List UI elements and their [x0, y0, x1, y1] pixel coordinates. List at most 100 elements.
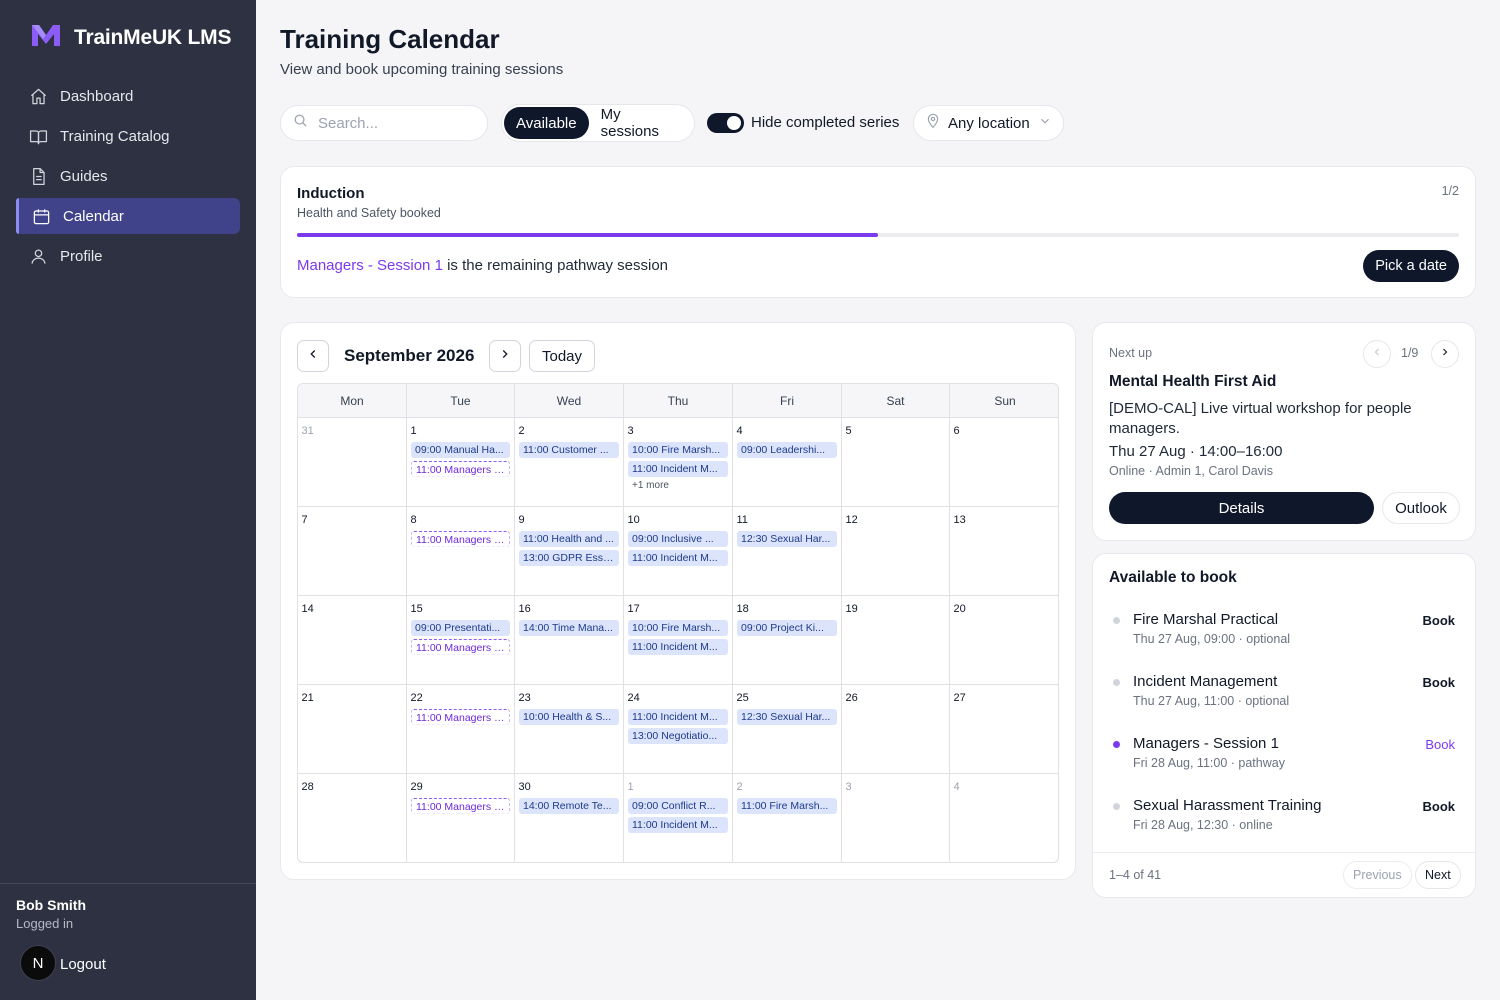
pathway-event[interactable]: 11:00 Managers -... [411, 709, 510, 725]
calendar-day[interactable]: 21 [298, 685, 407, 773]
calendar-day[interactable]: 14 [298, 596, 407, 684]
app-name: TrainMeUK LMS [74, 25, 232, 49]
calendar-day[interactable]: 7 [298, 507, 407, 595]
book-button[interactable]: Book [1423, 675, 1456, 690]
next-month-button[interactable] [489, 340, 521, 372]
calendar-event[interactable]: 09:00 Presentati... [411, 620, 510, 636]
calendar-day[interactable]: 1 09:00 Conflict R... 11:00 Incident M... [624, 774, 733, 862]
search-box[interactable] [280, 105, 488, 141]
calendar-event[interactable]: 09:00 Conflict R... [628, 798, 728, 814]
calendar-day[interactable]: 1 09:00 Manual Ha... 11:00 Managers -... [407, 418, 515, 506]
calendar-event[interactable]: 09:00 Inclusive ... [628, 531, 728, 547]
calendar-event[interactable]: 14:00 Remote Te... [519, 798, 619, 814]
calendar-day[interactable]: 15 09:00 Presentati... 11:00 Managers -... [407, 596, 515, 684]
pick-a-date-button[interactable]: Pick a date [1363, 250, 1459, 282]
pathway-session-link[interactable]: Managers - Session 1 [297, 257, 443, 274]
calendar-day[interactable]: 31 [298, 418, 407, 506]
sidebar-item-dashboard[interactable]: Dashboard [16, 78, 240, 114]
available-title: Available to book [1109, 569, 1237, 586]
calendar-event[interactable]: 09:00 Project Ki... [737, 620, 837, 636]
user-icon [28, 246, 48, 266]
calendar-day[interactable]: 24 11:00 Incident M... 13:00 Negotiatio... [624, 685, 733, 773]
logout-link[interactable]: Logout [60, 956, 106, 973]
calendar-day[interactable]: 19 [842, 596, 950, 684]
outlook-button[interactable]: Outlook [1382, 492, 1460, 524]
details-button[interactable]: Details [1109, 492, 1374, 524]
calendar-day[interactable]: 3 [842, 774, 950, 862]
next-up-prev-button[interactable] [1363, 340, 1391, 368]
calendar-day[interactable]: 3 10:00 Fire Marsh... 11:00 Incident M... +… [624, 418, 733, 506]
calendar-event[interactable]: 10:00 Health & S... [519, 709, 619, 725]
calendar-event[interactable]: 10:00 Fire Marsh... [628, 442, 728, 458]
calendar-day[interactable]: 17 10:00 Fire Marsh... 11:00 Incident M... [624, 596, 733, 684]
calendar-day[interactable]: 4 09:00 Leadershi... [733, 418, 842, 506]
calendar-day[interactable]: 20 [950, 596, 1058, 684]
calendar-day[interactable]: 26 [842, 685, 950, 773]
calendar-day[interactable]: 2 11:00 Customer ... [515, 418, 624, 506]
calendar-event[interactable]: 13:00 GDPR Esse... [519, 550, 619, 566]
brand[interactable]: TrainMeUK LMS [30, 22, 231, 53]
calendar-day[interactable]: 4 [950, 774, 1058, 862]
book-button[interactable]: Book [1423, 799, 1456, 814]
sidebar-item-calendar[interactable]: Calendar [16, 198, 240, 234]
calendar-event[interactable]: 09:00 Leadershi... [737, 442, 837, 458]
location-value: Any location [948, 114, 1030, 132]
calendar-day[interactable]: 18 09:00 Project Ki... [733, 596, 842, 684]
today-button[interactable]: Today [529, 340, 596, 372]
available-item-name: Incident Management [1133, 673, 1278, 690]
calendar-day[interactable]: 11 12:30 Sexual Har... [733, 507, 842, 595]
search-input[interactable] [318, 114, 468, 132]
pathway-event[interactable]: 11:00 Managers -... [411, 461, 510, 477]
calendar-day[interactable]: 13 [950, 507, 1058, 595]
calendar-day[interactable]: 22 11:00 Managers -... [407, 685, 515, 773]
book-button[interactable]: Book [1425, 737, 1455, 752]
previous-page-button[interactable]: Previous [1343, 861, 1412, 889]
calendar-day[interactable]: 5 [842, 418, 950, 506]
calendar-event[interactable]: 12:30 Sexual Har... [737, 531, 837, 547]
calendar-event[interactable]: 11:00 Incident M... [628, 817, 728, 833]
calendar-event[interactable]: 14:00 Time Mana... [519, 620, 619, 636]
calendar-event[interactable]: 11:00 Incident M... [628, 709, 728, 725]
pathway-event[interactable]: 11:00 Managers -... [411, 639, 510, 655]
calendar-event[interactable]: 13:00 Negotiatio... [628, 728, 728, 744]
available-tab[interactable]: Available [504, 107, 589, 139]
calendar-day[interactable]: 29 11:00 Managers -... [407, 774, 515, 862]
calendar-day[interactable]: 28 [298, 774, 407, 862]
calendar-day[interactable]: 25 12:30 Sexual Har... [733, 685, 842, 773]
pathway-event[interactable]: 11:00 Managers -... [411, 531, 510, 547]
calendar-day[interactable]: 10 09:00 Inclusive ... 11:00 Incident M... [624, 507, 733, 595]
calendar-day[interactable]: 30 14:00 Remote Te... [515, 774, 624, 862]
more-events-link[interactable]: +1 more [628, 480, 728, 491]
calendar-event[interactable]: 11:00 Incident M... [628, 461, 728, 477]
book-button[interactable]: Book [1423, 613, 1456, 628]
avatar[interactable]: N [20, 945, 56, 981]
calendar-day[interactable]: 16 14:00 Time Mana... [515, 596, 624, 684]
location-select[interactable]: Any location [913, 105, 1064, 141]
calendar-day[interactable]: 27 [950, 685, 1058, 773]
next-page-button[interactable]: Next [1415, 861, 1461, 889]
calendar-day[interactable]: 2 11:00 Fire Marsh... [733, 774, 842, 862]
pathway-event[interactable]: 11:00 Managers -... [411, 798, 510, 814]
calendar-day[interactable]: 23 10:00 Health & S... [515, 685, 624, 773]
sidebar-item-training-catalog[interactable]: Training Catalog [16, 118, 240, 154]
hide-completed-toggle[interactable] [707, 113, 744, 133]
prev-month-button[interactable] [297, 340, 329, 372]
calendar-week: 21 22 11:00 Managers -... 23 10:00 Health & … [298, 685, 1058, 774]
calendar-event[interactable]: 09:00 Manual Ha... [411, 442, 510, 458]
calendar-event[interactable]: 11:00 Incident M... [628, 639, 728, 655]
sidebar-item-guides[interactable]: Guides [16, 158, 240, 194]
calendar-day[interactable]: 12 [842, 507, 950, 595]
my-sessions-tab[interactable]: My sessions [589, 106, 692, 140]
calendar-event[interactable]: 11:00 Health and ... [519, 531, 619, 547]
calendar-day[interactable]: 9 11:00 Health and ... 13:00 GDPR Esse... [515, 507, 624, 595]
next-up-next-button[interactable] [1431, 340, 1459, 368]
calendar-day[interactable]: 8 11:00 Managers -... [407, 507, 515, 595]
sidebar-item-profile[interactable]: Profile [16, 238, 240, 274]
calendar-event[interactable]: 10:00 Fire Marsh... [628, 620, 728, 636]
calendar-event[interactable]: 11:00 Incident M... [628, 550, 728, 566]
day-number: 27 [953, 692, 966, 704]
calendar-day[interactable]: 6 [950, 418, 1058, 506]
calendar-event[interactable]: 11:00 Fire Marsh... [737, 798, 837, 814]
calendar-event[interactable]: 11:00 Customer ... [519, 442, 619, 458]
calendar-event[interactable]: 12:30 Sexual Har... [737, 709, 837, 725]
